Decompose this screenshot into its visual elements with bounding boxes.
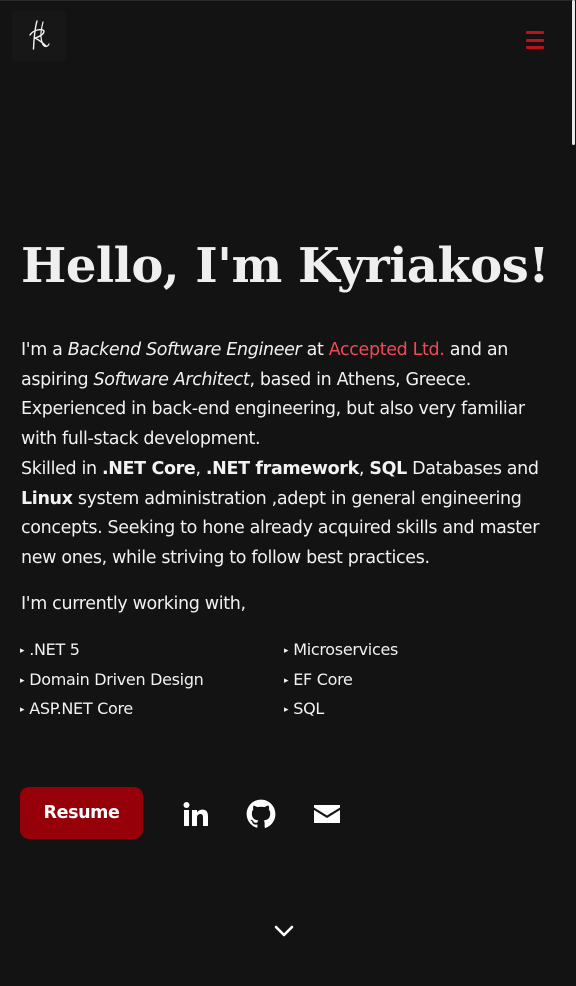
menu-bar-top	[526, 31, 544, 34]
linkedin-icon	[183, 802, 208, 826]
tech-item: EF Core	[284, 669, 548, 695]
signature-logo-icon	[29, 20, 50, 50]
skill-separator-2: ,	[358, 458, 370, 479]
resume-button[interactable]: Resume	[20, 787, 143, 839]
intro-paragraph-2: Skilled in .NET Core, .NET framework, SQ…	[21, 455, 551, 574]
mail-icon	[314, 805, 340, 823]
intro-text-5: Skilled in	[21, 458, 102, 479]
skill-linux: Linux	[21, 488, 73, 509]
tech-item: ASP.NET Core	[20, 698, 284, 724]
logo-link[interactable]	[12, 11, 66, 61]
skill-dotnet-framework: .NET framework	[205, 458, 359, 479]
intro-text-2: at	[301, 340, 329, 360]
menu-bar-bottom	[526, 46, 544, 49]
github-link[interactable]	[246, 799, 276, 829]
scrollbar-thumb[interactable]	[572, 0, 575, 145]
skill-dotnet-core: .NET Core	[101, 458, 196, 479]
aspiration-text: Software Architect	[93, 369, 250, 390]
skill-separator-1: ,	[195, 458, 206, 479]
intro-paragraph-1: I'm a Backend Software Engineer at Accep…	[21, 336, 551, 455]
github-icon	[246, 799, 276, 828]
tech-item: SQL	[284, 698, 548, 724]
menu-bar-middle	[526, 38, 544, 42]
tech-item: Microservices	[284, 639, 548, 665]
linkedin-link[interactable]	[181, 799, 211, 829]
hero-heading: Hello, I'm Kyriakos!	[21, 238, 549, 294]
intro-text-1: I'm a	[21, 340, 68, 360]
company-link[interactable]: Accepted Ltd.	[329, 340, 445, 360]
working-with-label: I'm currently working with,	[21, 594, 246, 614]
tech-item: Domain Driven Design	[20, 669, 284, 695]
intro-text-6: Databases and	[406, 458, 539, 479]
chevron-down-icon	[274, 925, 294, 937]
email-link[interactable]	[312, 799, 342, 829]
window-top-border	[0, 0, 576, 1]
hamburger-menu-icon[interactable]	[524, 31, 546, 49]
intro-text-7: system administration ,adept in general …	[21, 488, 540, 568]
intro-text: I'm a Backend Software Engineer at Accep…	[21, 336, 551, 574]
scroll-down-button[interactable]	[272, 922, 296, 940]
technology-list: .NET 5 Microservices Domain Driven Desig…	[20, 639, 560, 724]
tech-item: .NET 5	[20, 639, 284, 665]
skill-sql: SQL	[369, 458, 407, 479]
role-text: Backend Software Engineer	[67, 340, 302, 360]
